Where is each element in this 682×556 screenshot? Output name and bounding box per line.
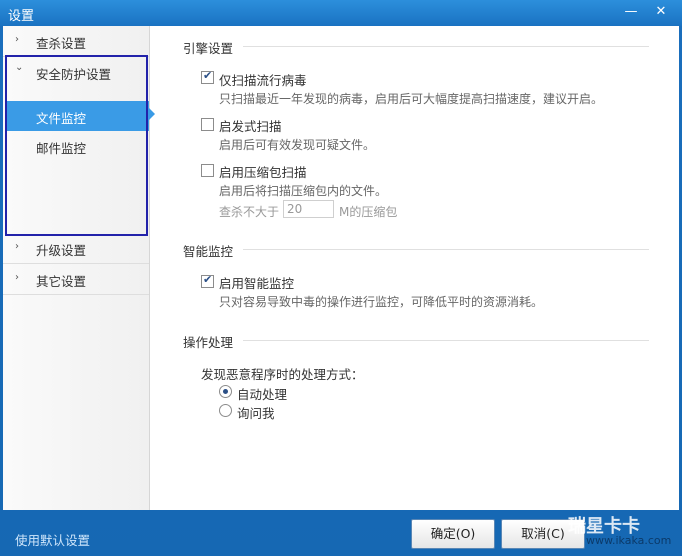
smart-monitor-desc: 只对容易导致中毒的操作进行监控，可降低平时的资源消耗。 [219, 295, 544, 309]
archive-size-suffix: M的压缩包 [339, 205, 398, 219]
smart-monitor-label: 启用智能监控 [219, 276, 295, 291]
sidebar-subitem-label: 邮件监控 [36, 141, 87, 156]
sidebar-item-scan-settings[interactable]: › 查杀设置 [3, 26, 149, 57]
popular-virus-desc: 只扫描最近一年发现的病毒，启用后可大幅度提高扫描速度，建议开启。 [219, 92, 604, 106]
sidebar-item-label: 查杀设置 [36, 36, 87, 51]
ok-button[interactable]: 确定(O) [411, 519, 495, 549]
cancel-button[interactable]: 取消(C) [501, 519, 585, 549]
sidebar-item-label: 其它设置 [36, 274, 87, 289]
archive-size-input[interactable]: 20 [283, 200, 334, 218]
content-area: › 查杀设置 ⌄ 安全防护设置 文件监控 邮件监控 › 升级设置 › 其它设置 [3, 26, 679, 510]
smart-section-title: 智能监控 [183, 244, 234, 259]
close-button[interactable]: ✕ [650, 3, 672, 21]
archive-scan-checkbox[interactable] [201, 164, 214, 177]
heuristic-scan-label: 启发式扫描 [219, 119, 282, 134]
ask-me-radio[interactable] [219, 404, 232, 417]
ask-me-label: 询问我 [237, 406, 275, 421]
heuristic-scan-checkbox[interactable] [201, 118, 214, 131]
archive-scan-desc: 启用后将扫描压缩包内的文件。 [219, 184, 388, 198]
chevron-right-icon: › [15, 34, 19, 45]
sidebar-subitem-file-monitor[interactable]: 文件监控 [7, 101, 149, 131]
settings-window: 设置 — ✕ › 查杀设置 ⌄ 安全防护设置 文件监控 邮件监控 › 升级设置 [0, 0, 682, 556]
popular-virus-label: 仅扫描流行病毒 [219, 73, 307, 88]
sidebar-item-other-settings[interactable]: › 其它设置 [3, 264, 149, 295]
action-section-title: 操作处理 [183, 335, 234, 350]
minimize-button[interactable]: — [620, 3, 642, 21]
sidebar-item-label: 升级设置 [36, 243, 87, 258]
settings-panel: 引擎设置 仅扫描流行病毒 只扫描最近一年发现的病毒，启用后可大幅度提高扫描速度，… [153, 26, 679, 510]
chevron-right-icon: › [15, 272, 19, 283]
watermark-logo: 瑞星卡卡 www.ikaka.com [568, 512, 682, 556]
section-divider [243, 46, 649, 47]
auto-handle-label: 自动处理 [237, 387, 288, 402]
auto-handle-radio[interactable] [219, 385, 232, 398]
sidebar: › 查杀设置 ⌄ 安全防护设置 文件监控 邮件监控 › 升级设置 › 其它设置 [3, 26, 150, 510]
popular-virus-checkbox[interactable] [201, 69, 214, 84]
chevron-down-icon: ⌄ [15, 62, 24, 73]
watermark-url: www.ikaka.com [586, 534, 672, 547]
sidebar-item-protection-settings[interactable]: ⌄ 安全防护设置 [3, 57, 149, 87]
restore-defaults-link[interactable]: 使用默认设置 [15, 530, 90, 549]
window-title: 设置 [8, 9, 35, 24]
section-divider [243, 249, 649, 250]
sidebar-item-update-settings[interactable]: › 升级设置 [3, 233, 149, 264]
sidebar-subitem-label: 文件监控 [36, 111, 87, 126]
archive-scan-label: 启用压缩包扫描 [219, 165, 307, 180]
engine-section-title: 引擎设置 [183, 41, 234, 56]
chevron-right-icon: › [15, 241, 19, 252]
smart-monitor-checkbox[interactable] [201, 273, 214, 288]
heuristic-scan-desc: 启用后可有效发现可疑文件。 [219, 138, 376, 152]
action-prompt: 发现恶意程序时的处理方式： [201, 367, 364, 382]
sidebar-subitem-mail-monitor[interactable]: 邮件监控 [7, 131, 149, 161]
archive-size-prefix: 查杀不大于 [219, 205, 280, 219]
sidebar-item-label: 安全防护设置 [36, 67, 112, 82]
section-divider [243, 340, 649, 341]
title-bar: 设置 — ✕ [0, 0, 682, 26]
